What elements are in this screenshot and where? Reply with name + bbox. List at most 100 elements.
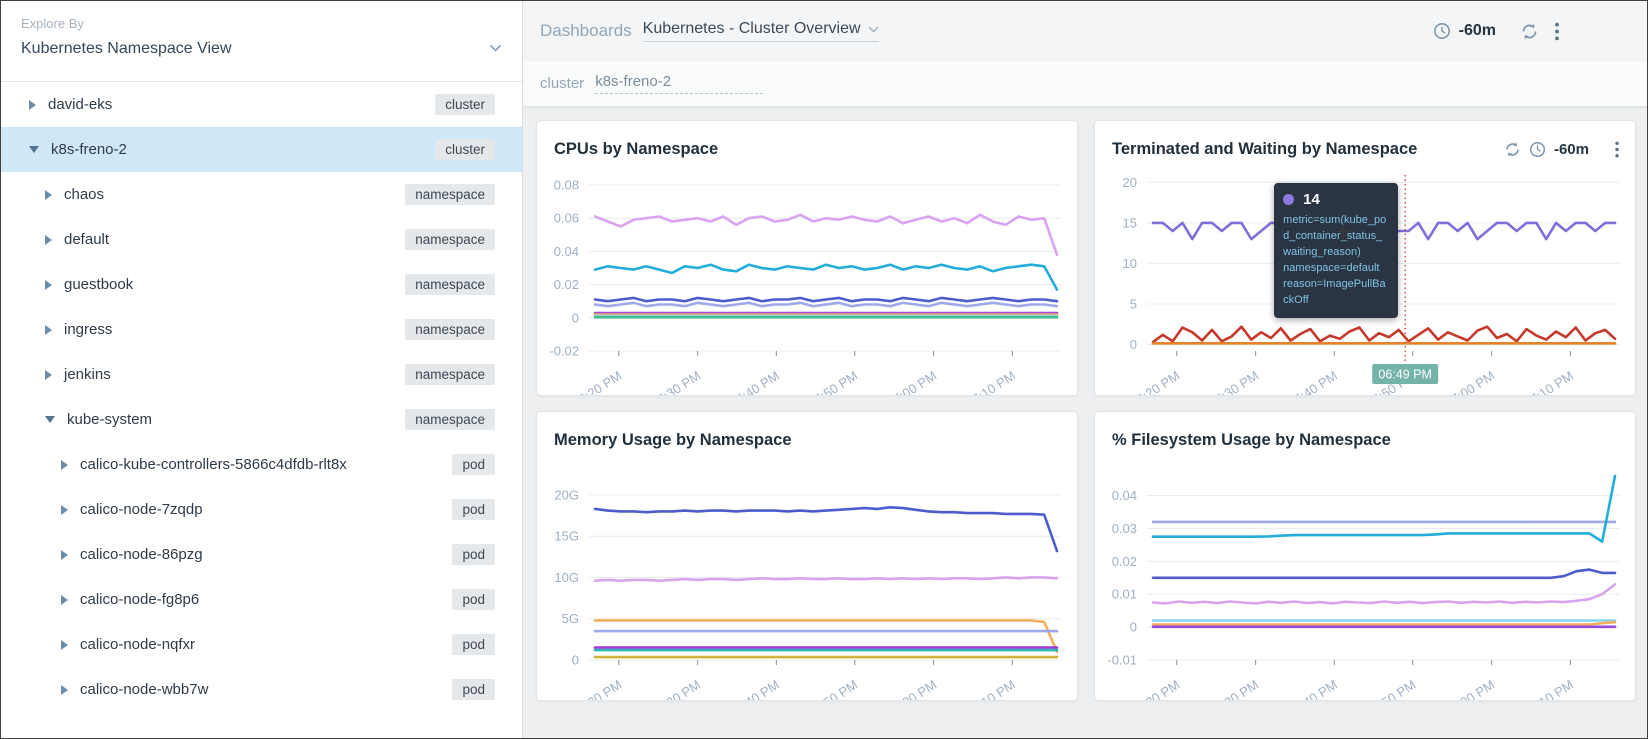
dashboard-selector-value: Kubernetes - Cluster Overview bbox=[643, 20, 861, 38]
expand-arrow-icon[interactable] bbox=[61, 460, 68, 470]
tooltip-value: 14 bbox=[1303, 191, 1320, 208]
clock-icon bbox=[1433, 22, 1451, 40]
svg-text:06:49 PM: 06:49 PM bbox=[1378, 368, 1432, 382]
grouping-selector[interactable]: Kubernetes Namespace View bbox=[21, 40, 502, 58]
tree-item-type-badge: namespace bbox=[405, 229, 495, 250]
tree-item-label: calico-node-nqfxr bbox=[80, 636, 195, 653]
collapse-arrow-icon[interactable] bbox=[29, 146, 39, 153]
expand-arrow-icon[interactable] bbox=[45, 280, 52, 290]
svg-text:06:40 PM: 06:40 PM bbox=[1285, 677, 1340, 700]
series-color-dot bbox=[1283, 194, 1294, 205]
tree-item-guestbook[interactable]: guestbook namespace bbox=[1, 262, 522, 307]
filesystem-usage-chart[interactable]: 0.040.030.020.010-0.0106:20 PM06:30 PM06… bbox=[1095, 458, 1635, 700]
dashboard-selector[interactable]: Kubernetes - Cluster Overview bbox=[643, 20, 879, 42]
tree-item-label: kube-system bbox=[67, 411, 152, 428]
svg-text:0.04: 0.04 bbox=[554, 244, 579, 259]
panel-title: % Filesystem Usage by Namespace bbox=[1112, 431, 1391, 450]
tree-item-type-badge: pod bbox=[452, 454, 495, 475]
tree-item-calico-node-86pzg[interactable]: calico-node-86pzgpod bbox=[1, 532, 522, 577]
svg-text:0.02: 0.02 bbox=[1112, 554, 1137, 569]
tooltip-metric-line: metric=sum(kube_pod_container_status_wai… bbox=[1283, 213, 1389, 261]
svg-text:-0.02: -0.02 bbox=[549, 344, 579, 359]
dashboard-grid: CPUs by Namespace 0.080.060.040.020-0.02… bbox=[523, 107, 1647, 701]
panel-cpus-by-namespace: CPUs by Namespace 0.080.060.040.020-0.02… bbox=[536, 120, 1078, 396]
panel-header: Terminated and Waiting by Namespace -60m bbox=[1095, 121, 1635, 167]
refresh-icon[interactable] bbox=[1504, 141, 1521, 158]
expand-arrow-icon[interactable] bbox=[61, 505, 68, 515]
expand-arrow-icon[interactable] bbox=[29, 100, 36, 110]
svg-text:0.02: 0.02 bbox=[554, 277, 579, 292]
tree-item-calico-node-7zqdp[interactable]: calico-node-7zqdp pod bbox=[1, 487, 522, 532]
tree-item-type-badge: cluster bbox=[435, 94, 495, 115]
tree-item-type-badge: cluster bbox=[435, 139, 495, 160]
main-area: Dashboards Kubernetes - Cluster Overview… bbox=[523, 1, 1647, 738]
tree-item-k8s-freno-2[interactable]: k8s-freno-2cluster bbox=[1, 127, 522, 172]
tree-item-calico-node-fg8p6[interactable]: calico-node-fg8p6pod bbox=[1, 577, 522, 622]
svg-text:15: 15 bbox=[1123, 215, 1137, 230]
tree-item-default[interactable]: defaultnamespace bbox=[1, 217, 522, 262]
panel-time-range[interactable]: -60m bbox=[1554, 141, 1589, 158]
app-window: Explore By Kubernetes Namespace View dav… bbox=[0, 0, 1648, 739]
tree-item-label: guestbook bbox=[64, 276, 133, 293]
tree-item-calico-node-wbb7w[interactable]: calico-node-wbb7wpod bbox=[1, 667, 522, 712]
expand-arrow-icon[interactable] bbox=[61, 595, 68, 605]
time-range-control[interactable]: -60m bbox=[1433, 22, 1559, 41]
panel-kebab-menu[interactable] bbox=[1615, 141, 1619, 158]
tree-item-label: david-eks bbox=[48, 96, 112, 113]
chart-canvas[interactable]: 20G15G10G5G006:20 PM06:30 PM06:40 PM06:5… bbox=[537, 458, 1077, 700]
expand-arrow-icon[interactable] bbox=[45, 190, 52, 200]
svg-text:5G: 5G bbox=[562, 611, 579, 626]
expand-arrow-icon[interactable] bbox=[61, 685, 68, 695]
svg-text:06:50 PM: 06:50 PM bbox=[806, 677, 861, 700]
chart-canvas[interactable]: 0.040.030.020.010-0.0106:20 PM06:30 PM06… bbox=[1095, 458, 1635, 700]
svg-text:07:00 PM: 07:00 PM bbox=[884, 677, 939, 700]
svg-text:06:20 PM: 06:20 PM bbox=[570, 677, 625, 700]
cpus-chart[interactable]: 0.080.060.040.020-0.0206:20 PM06:30 PM06… bbox=[537, 167, 1077, 395]
panel-header: Memory Usage by Namespace bbox=[537, 412, 1077, 458]
dashboard-topbar: Dashboards Kubernetes - Cluster Overview… bbox=[523, 1, 1647, 61]
scope-key-label: cluster bbox=[540, 75, 584, 92]
svg-text:07:10 PM: 07:10 PM bbox=[1521, 677, 1576, 700]
namespace-tree: david-eksclusterk8s-freno-2clusterchaosn… bbox=[1, 82, 522, 738]
expand-arrow-icon[interactable] bbox=[45, 370, 52, 380]
expand-arrow-icon[interactable] bbox=[45, 235, 52, 245]
svg-text:0: 0 bbox=[1130, 620, 1137, 635]
tree-item-label: calico-node-wbb7w bbox=[80, 681, 208, 698]
expand-arrow-icon[interactable] bbox=[61, 550, 68, 560]
tree-item-label: ingress bbox=[64, 321, 112, 338]
collapse-arrow-icon[interactable] bbox=[45, 416, 55, 423]
tooltip-header: 14 bbox=[1283, 191, 1389, 208]
tree-item-label: calico-node-7zqdp bbox=[80, 501, 203, 518]
tree-item-type-badge: pod bbox=[452, 634, 495, 655]
scope-value-field[interactable]: k8s-freno-2 bbox=[595, 73, 763, 94]
tree-item-jenkins[interactable]: jenkins namespace bbox=[1, 352, 522, 397]
svg-text:0.06: 0.06 bbox=[554, 211, 579, 226]
chart-canvas[interactable]: 0.080.060.040.020-0.0206:20 PM06:30 PM06… bbox=[537, 167, 1077, 395]
svg-text:06:30 PM: 06:30 PM bbox=[1206, 677, 1261, 700]
tree-item-ingress[interactable]: ingressnamespace bbox=[1, 307, 522, 352]
tree-item-david-eks[interactable]: david-eks cluster bbox=[1, 82, 522, 127]
terminated-waiting-chart[interactable]: 2015105006:20 PM06:30 PM06:40 PM06:50 PM… bbox=[1095, 167, 1635, 395]
tree-item-type-badge: namespace bbox=[405, 364, 495, 385]
clock-icon[interactable] bbox=[1529, 141, 1546, 158]
expand-arrow-icon[interactable] bbox=[45, 325, 52, 335]
tree-item-type-badge: pod bbox=[452, 499, 495, 520]
svg-text:20G: 20G bbox=[554, 487, 579, 502]
tree-item-chaos[interactable]: chaosnamespace bbox=[1, 172, 522, 217]
svg-text:0: 0 bbox=[1130, 337, 1137, 352]
svg-text:06:20 PM: 06:20 PM bbox=[1128, 368, 1183, 395]
svg-text:06:50 PM: 06:50 PM bbox=[1364, 677, 1419, 700]
panel-title: Memory Usage by Namespace bbox=[554, 431, 792, 450]
refresh-button[interactable] bbox=[1520, 22, 1539, 41]
expand-arrow-icon[interactable] bbox=[61, 640, 68, 650]
tree-item-kube-system[interactable]: kube-systemnamespace bbox=[1, 397, 522, 442]
tree-item-calico-node-nqfxr[interactable]: calico-node-nqfxr pod bbox=[1, 622, 522, 667]
svg-text:07:00 PM: 07:00 PM bbox=[1442, 368, 1497, 395]
kebab-menu-button[interactable] bbox=[1555, 22, 1559, 41]
tree-item-calico-kube-controllers-5866c4dfdb-rlt8x[interactable]: calico-kube-controllers-5866c4dfdb-rlt8x… bbox=[1, 442, 522, 487]
tree-item-label: jenkins bbox=[64, 366, 111, 383]
tree-item-type-badge: namespace bbox=[405, 274, 495, 295]
svg-text:10: 10 bbox=[1123, 256, 1137, 271]
svg-text:10G: 10G bbox=[554, 570, 579, 585]
memory-usage-chart[interactable]: 20G15G10G5G006:20 PM06:30 PM06:40 PM06:5… bbox=[537, 458, 1077, 700]
